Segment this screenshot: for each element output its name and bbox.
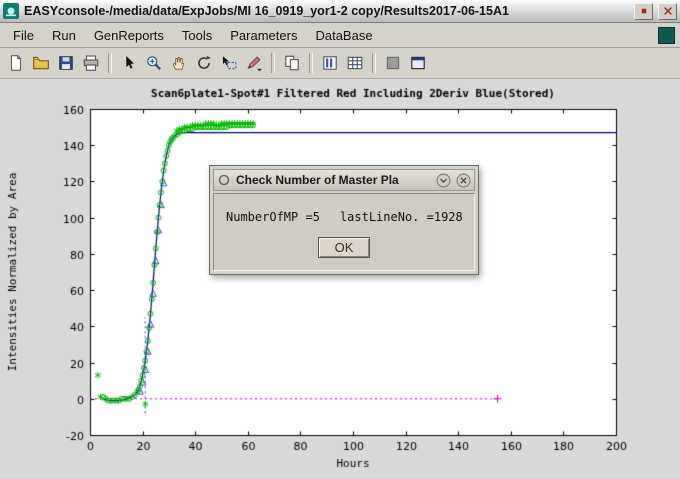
toolbar-separator xyxy=(271,53,275,73)
toolbar xyxy=(0,48,680,79)
brush-button[interactable] xyxy=(242,51,266,75)
rotate-button[interactable] xyxy=(192,51,216,75)
toolbar-separator xyxy=(372,53,376,73)
menu-item-file[interactable]: File xyxy=(4,25,43,46)
brush-icon xyxy=(245,54,263,72)
toolbar-separator xyxy=(309,53,313,73)
app-window: EASYconsole-/media/data/ExpJobs/MI 16_09… xyxy=(0,0,680,479)
window-title: EASYconsole-/media/data/ExpJobs/MI 16_09… xyxy=(24,4,629,18)
ok-button[interactable]: OK xyxy=(318,237,371,258)
zoom-in-icon xyxy=(145,54,163,72)
rotate-icon xyxy=(195,54,213,72)
grid-icon xyxy=(346,54,364,72)
select-cursor-button[interactable] xyxy=(117,51,141,75)
menu-item-genreports[interactable]: GenReports xyxy=(85,25,173,46)
dialog-body: NumberOfMP =5 lastLineNo. =1928 OK xyxy=(213,193,475,271)
copy-icon xyxy=(283,54,301,72)
pan-hand-button[interactable] xyxy=(167,51,191,75)
zoom-in-button[interactable] xyxy=(142,51,166,75)
minimize-button[interactable] xyxy=(634,3,653,20)
app-icon xyxy=(3,3,19,19)
dialog-message: NumberOfMP =5 lastLineNo. =1928 xyxy=(226,210,462,224)
menu-item-run[interactable]: Run xyxy=(43,25,85,46)
plot-area: Check Number of Master Pla NumberOfMP =5… xyxy=(0,79,680,479)
dialog-rollup-button[interactable] xyxy=(436,173,451,188)
dialog-check-number-of-master-plates: Check Number of Master Pla NumberOfMP =5… xyxy=(209,165,479,275)
menu-status-indicator xyxy=(658,27,675,44)
pan-hand-icon xyxy=(170,54,188,72)
close-button[interactable] xyxy=(658,3,677,20)
dialog-titlebar[interactable]: Check Number of Master Pla xyxy=(213,169,475,191)
toolbar-separator xyxy=(108,53,112,73)
copy-button[interactable] xyxy=(280,51,304,75)
swatch-icon xyxy=(384,54,402,72)
menu-bar-items: FileRunGenReportsToolsParametersDataBase xyxy=(4,25,382,46)
open-folder-icon xyxy=(32,54,50,72)
menu-item-parameters[interactable]: Parameters xyxy=(221,25,306,46)
dialog-field-lastlineno: lastLineNo. =1928 xyxy=(340,210,463,224)
print-icon xyxy=(82,54,100,72)
menu-item-database[interactable]: DataBase xyxy=(306,25,381,46)
new-document-icon xyxy=(7,54,25,72)
columns-button[interactable] xyxy=(318,51,342,75)
swatch-button[interactable] xyxy=(381,51,405,75)
menu-bar: FileRunGenReportsToolsParametersDataBase xyxy=(0,23,680,48)
save-button[interactable] xyxy=(54,51,78,75)
dialog-close-button[interactable] xyxy=(456,173,471,188)
save-icon xyxy=(57,54,75,72)
select-cursor-icon xyxy=(120,54,138,72)
dialog-app-icon xyxy=(217,173,231,187)
grid-button[interactable] xyxy=(343,51,367,75)
columns-icon xyxy=(321,54,339,72)
window-button[interactable] xyxy=(406,51,430,75)
edit-cursor-button[interactable] xyxy=(217,51,241,75)
print-button[interactable] xyxy=(79,51,103,75)
open-folder-button[interactable] xyxy=(29,51,53,75)
dialog-field-numberofmp: NumberOfMP =5 xyxy=(226,210,320,224)
window-titlebar[interactable]: EASYconsole-/media/data/ExpJobs/MI 16_09… xyxy=(0,0,680,23)
window-icon xyxy=(409,54,427,72)
menu-item-tools[interactable]: Tools xyxy=(173,25,221,46)
edit-cursor-icon xyxy=(220,54,238,72)
new-document-button[interactable] xyxy=(4,51,28,75)
dialog-title: Check Number of Master Pla xyxy=(236,173,431,187)
plot-canvas[interactable] xyxy=(0,79,680,479)
